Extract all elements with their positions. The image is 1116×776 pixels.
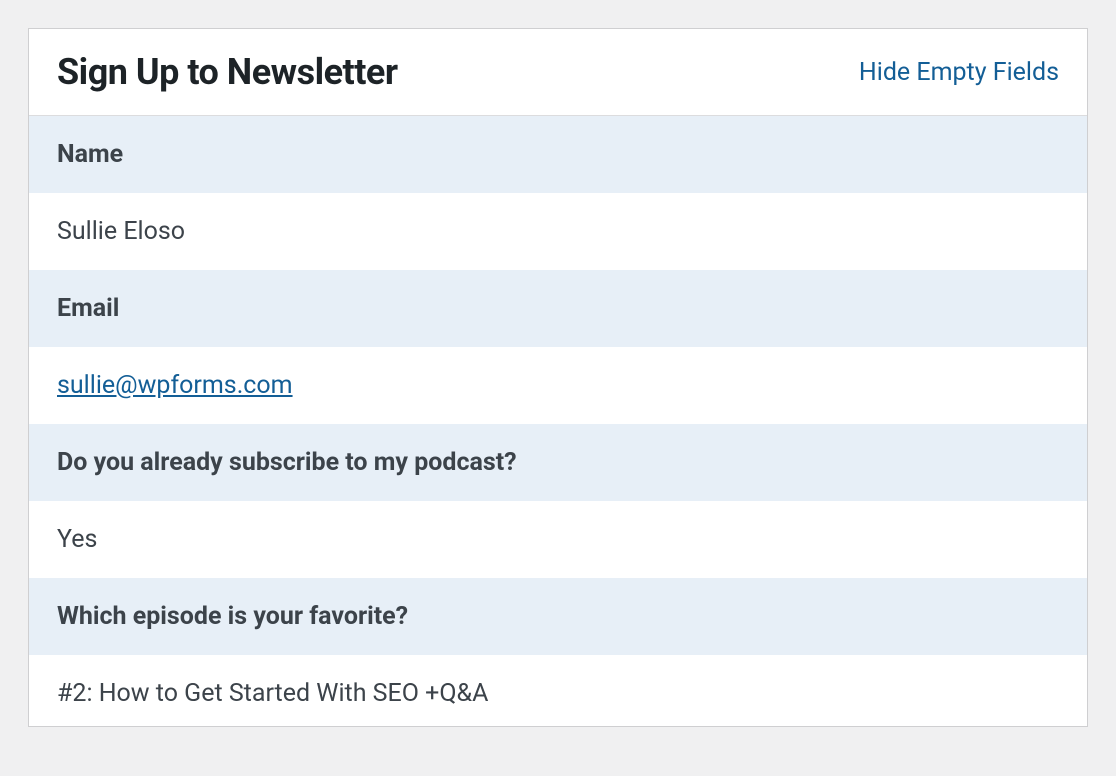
email-link[interactable]: sullie@wpforms.com — [57, 371, 293, 400]
field-label-email: Email — [29, 270, 1087, 347]
field-label-favorite-episode: Which episode is your favorite? — [29, 578, 1087, 655]
field-value-podcast: Yes — [29, 501, 1087, 578]
hide-empty-fields-link[interactable]: Hide Empty Fields — [859, 58, 1059, 87]
field-value-name: Sullie Eloso — [29, 193, 1087, 270]
field-label-name: Name — [29, 116, 1087, 193]
entry-details-panel: Sign Up to Newsletter Hide Empty Fields … — [28, 28, 1088, 727]
field-value-favorite-episode: #2: How to Get Started With SEO +Q&A — [29, 655, 1087, 726]
field-value-email: sullie@wpforms.com — [29, 347, 1087, 424]
panel-title: Sign Up to Newsletter — [57, 51, 398, 93]
panel-header: Sign Up to Newsletter Hide Empty Fields — [29, 29, 1087, 116]
field-label-podcast: Do you already subscribe to my podcast? — [29, 424, 1087, 501]
